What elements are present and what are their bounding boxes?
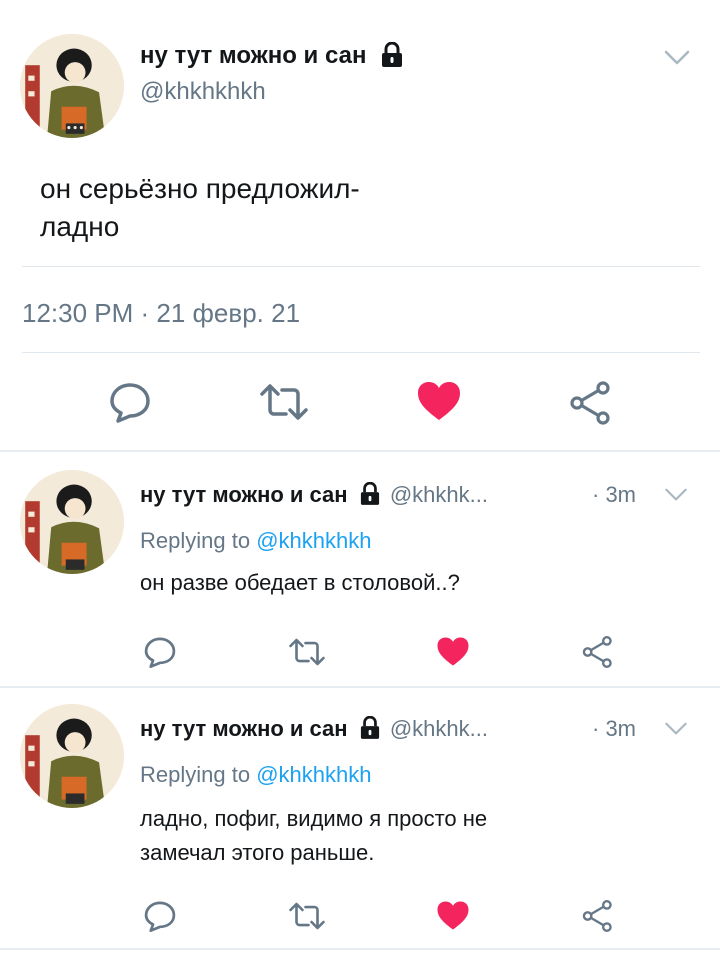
tweet-text-line: он разве обедает в столовой..? bbox=[140, 570, 460, 595]
reply-button[interactable] bbox=[140, 896, 180, 936]
retweet-icon bbox=[289, 902, 325, 930]
chevron-down-icon[interactable] bbox=[664, 722, 688, 736]
section-divider bbox=[0, 450, 720, 452]
share-icon bbox=[570, 381, 610, 425]
heart-icon bbox=[437, 636, 469, 666]
tweet-text-line: ладно bbox=[40, 211, 120, 242]
tweet-text-line: он серьёзно предложил- bbox=[40, 173, 360, 204]
retweet-button[interactable] bbox=[286, 898, 328, 934]
avatar[interactable] bbox=[20, 704, 124, 808]
tweet-text-line: замечал этого раньше. bbox=[140, 840, 375, 865]
heart-icon bbox=[437, 900, 469, 930]
chevron-down-icon[interactable] bbox=[664, 50, 690, 66]
replying-to: Replying to @khkhkhkh bbox=[140, 528, 371, 554]
section-divider bbox=[0, 948, 720, 950]
section-divider bbox=[0, 686, 720, 688]
reply-button[interactable] bbox=[140, 632, 180, 672]
retweet-icon bbox=[289, 638, 325, 666]
display-name-text[interactable]: ну тут можно и сан bbox=[140, 716, 348, 741]
timestamp[interactable]: 12:30 PM · 21 февр. 21 bbox=[22, 298, 300, 329]
mention-link[interactable]: @khkhkhkh bbox=[256, 528, 371, 553]
mention-link[interactable]: @khkhkhkh bbox=[256, 762, 371, 787]
retweet-icon bbox=[260, 384, 308, 420]
replying-to: Replying to @khkhkhkh bbox=[140, 762, 371, 788]
share-button[interactable] bbox=[566, 378, 616, 428]
like-button[interactable] bbox=[434, 896, 472, 934]
retweet-button[interactable] bbox=[286, 634, 328, 670]
like-button[interactable] bbox=[434, 632, 472, 670]
display-name[interactable]: ну тут можно и сан @khkhk... bbox=[140, 482, 488, 508]
speech-bubble-icon bbox=[110, 383, 150, 423]
tweet-text-line: ладно, пофиг, видимо я просто не bbox=[140, 806, 488, 831]
lock-icon bbox=[382, 41, 403, 67]
share-icon bbox=[582, 636, 612, 668]
retweet-button[interactable] bbox=[256, 380, 312, 424]
heart-icon bbox=[418, 382, 460, 420]
handle[interactable]: @khkhkhkh bbox=[140, 78, 266, 106]
divider bbox=[22, 266, 700, 267]
display-name[interactable]: ну тут можно и сан @khkhk... bbox=[140, 716, 488, 742]
replying-label: Replying to bbox=[140, 528, 257, 553]
tweet-text: он серьёзно предложил- ладно bbox=[40, 170, 680, 246]
avatar[interactable] bbox=[20, 34, 124, 138]
display-name[interactable]: ну тут можно и сан bbox=[140, 41, 403, 70]
tweet-time[interactable]: · 3m bbox=[592, 716, 636, 742]
handle[interactable]: @khkhk... bbox=[390, 716, 488, 741]
display-name-text[interactable]: ну тут можно и сан bbox=[140, 42, 366, 69]
lock-icon bbox=[360, 716, 379, 740]
tweet-text: ладно, пофиг, видимо я просто не замечал… bbox=[140, 802, 660, 870]
avatar[interactable] bbox=[20, 470, 124, 574]
share-button[interactable] bbox=[578, 632, 618, 672]
display-name-text[interactable]: ну тут можно и сан bbox=[140, 482, 348, 507]
chevron-down-icon[interactable] bbox=[664, 488, 688, 502]
lock-icon bbox=[360, 482, 379, 506]
speech-bubble-icon bbox=[144, 901, 176, 933]
tweet-text: он разве обедает в столовой..? bbox=[140, 566, 660, 600]
tweet-time[interactable]: · 3m bbox=[592, 482, 636, 508]
like-button[interactable] bbox=[414, 378, 464, 424]
share-button[interactable] bbox=[578, 896, 618, 936]
reply-button[interactable] bbox=[104, 378, 156, 426]
replying-label: Replying to bbox=[140, 762, 257, 787]
share-icon bbox=[582, 900, 612, 932]
speech-bubble-icon bbox=[144, 637, 176, 669]
handle[interactable]: @khkhk... bbox=[390, 482, 488, 507]
divider bbox=[22, 352, 700, 353]
